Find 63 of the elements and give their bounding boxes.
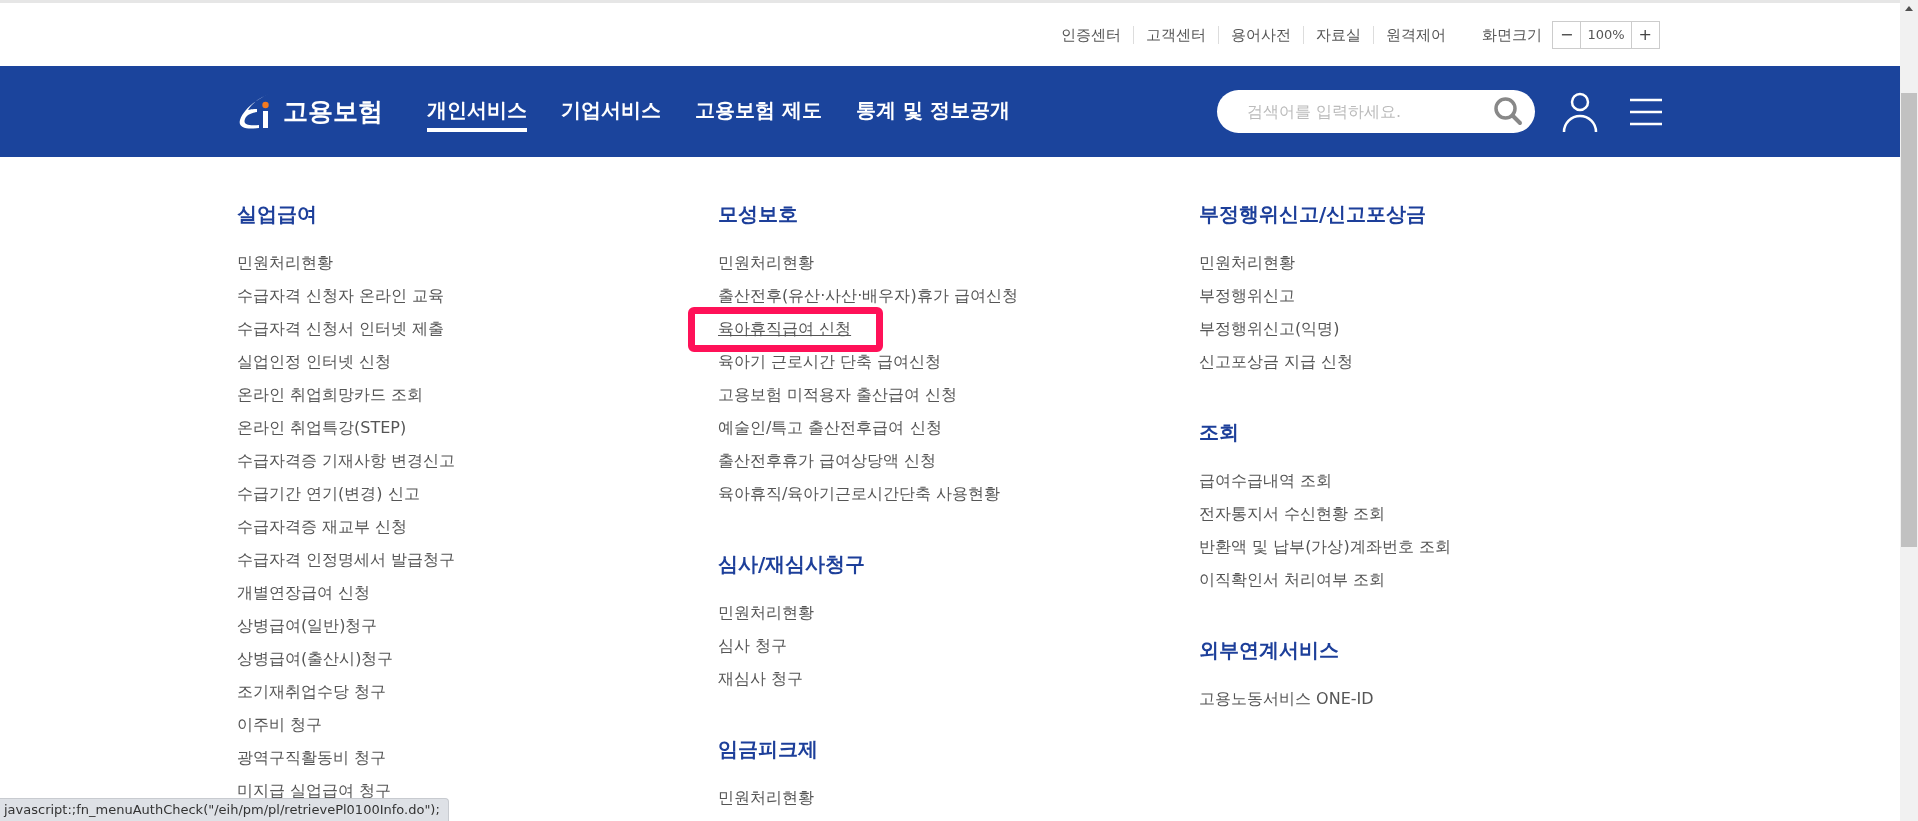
menu-link[interactable]: 상병급여(일반)청구: [237, 616, 378, 635]
menu-icon[interactable]: [1629, 97, 1663, 126]
menu-link[interactable]: 육아휴직/육아기근로시간단축 사용현황: [718, 484, 1001, 503]
section-heading: 외부연계서비스: [1199, 637, 1340, 664]
section-heading: 모성보호: [718, 201, 799, 228]
menu-link[interactable]: 출산전후휴가 급여상당액 신청: [718, 451, 937, 470]
search-field[interactable]: 검색어를 입력하세요.: [1217, 90, 1535, 133]
menu-link[interactable]: 상병급여(출산시)청구: [237, 649, 394, 668]
menu-link[interactable]: 수급자격 인정명세서 발급청구: [237, 550, 456, 569]
section-heading: 조회: [1199, 419, 1240, 446]
menu-link[interactable]: 고용노동서비스 ONE-ID: [1199, 689, 1374, 708]
utility-link[interactable]: 용어사전: [1218, 25, 1303, 44]
section-heading: 심사/재심사청구: [718, 551, 867, 578]
menu-link[interactable]: 이직확인서 처리여부 조회: [1199, 570, 1386, 589]
menu-link[interactable]: 온라인 취업희망카드 조회: [237, 385, 424, 404]
section-heading: 부정행위신고/신고포상금: [1199, 201, 1428, 228]
status-bar: javascript:;fn_menuAuthCheck("/eih/pm/pl/retrievePl0100Info.do");: [0, 798, 449, 821]
menu-link[interactable]: 반환액 및 납부(가상)계좌번호 조회: [1199, 537, 1451, 556]
menu-link[interactable]: 급여수급내역 조회: [1199, 471, 1333, 490]
logo-text[interactable]: 고용보험: [283, 95, 383, 128]
menu-link[interactable]: 신고포상금 지급 신청: [1199, 352, 1354, 371]
menu-link[interactable]: 온라인 취업특강(STEP): [237, 418, 407, 437]
menu-link[interactable]: 출산전후(유산·사산·배우자)휴가 급여신청: [718, 286, 1018, 305]
search-icon[interactable]: [1493, 96, 1523, 126]
utility-link[interactable]: 자료실: [1303, 25, 1373, 44]
nav-tab[interactable]: 고용보험 제도: [695, 91, 822, 132]
section-heading: 임금피크제: [718, 736, 819, 763]
menu-link[interactable]: 미지급 실업급여 청구: [237, 781, 392, 800]
menu-link[interactable]: 수급자격 신청서 인터넷 제출: [237, 319, 445, 338]
utility-link[interactable]: 인증센터: [1049, 25, 1133, 44]
menu-link[interactable]: 이주비 청구: [237, 715, 323, 734]
menu-link[interactable]: 민원처리현황: [237, 253, 333, 272]
menu-link[interactable]: 수급기간 연기(변경) 신고: [237, 484, 420, 503]
nav-tab[interactable]: 개인서비스: [427, 91, 527, 132]
section-heading: 실업급여: [237, 201, 318, 228]
menu-link[interactable]: 민원처리현황: [718, 603, 814, 622]
menu-link[interactable]: 민원처리현황: [718, 788, 814, 807]
menu-link[interactable]: 재심사 청구: [718, 669, 804, 688]
user-icon[interactable]: [1561, 90, 1599, 133]
menu-link[interactable]: 심사 청구: [718, 636, 788, 655]
menu-link[interactable]: 육아기 근로시간 단축 급여신청: [718, 352, 942, 371]
menu-link[interactable]: 부정행위신고: [1199, 286, 1295, 305]
menu-link[interactable]: 수급자격 신청자 온라인 교육: [237, 286, 445, 305]
zoom-value: 100%: [1580, 21, 1632, 48]
menu-link[interactable]: 전자통지서 수신현황 조회: [1199, 504, 1386, 523]
menu-link[interactable]: 광역구직활동비 청구: [237, 748, 387, 767]
scrollbar-thumb[interactable]: [1901, 93, 1917, 547]
menu-link[interactable]: 개별연장급여 신청: [237, 583, 371, 602]
menu-link[interactable]: 육아휴직급여 신청: [718, 319, 852, 338]
nav-tab[interactable]: 기업서비스: [561, 91, 661, 132]
menu-link[interactable]: 실업인정 인터넷 신청: [237, 352, 392, 371]
menu-link[interactable]: 부정행위신고(익명): [1199, 319, 1340, 338]
menu-link[interactable]: 예술인/특고 출산전후급여 신청: [718, 418, 942, 437]
menu-link[interactable]: 수급자격증 재교부 신청: [237, 517, 408, 536]
menu-link[interactable]: 고용보험 미적용자 출산급여 신청: [718, 385, 958, 404]
menu-link[interactable]: 조기재취업수당 청구: [237, 682, 387, 701]
menu-link[interactable]: 민원처리현황: [718, 253, 814, 272]
utility-link[interactable]: 고객센터: [1133, 25, 1218, 44]
menu-link[interactable]: 민원처리현황: [1199, 253, 1295, 272]
menu-link[interactable]: 수급자격증 기재사항 변경신고: [237, 451, 456, 470]
screen-size-label: 화면크기: [1481, 25, 1542, 44]
remote-control-link[interactable]: 원격제어: [1373, 25, 1458, 44]
nav-tab[interactable]: 통계 및 정보공개: [855, 91, 1010, 132]
